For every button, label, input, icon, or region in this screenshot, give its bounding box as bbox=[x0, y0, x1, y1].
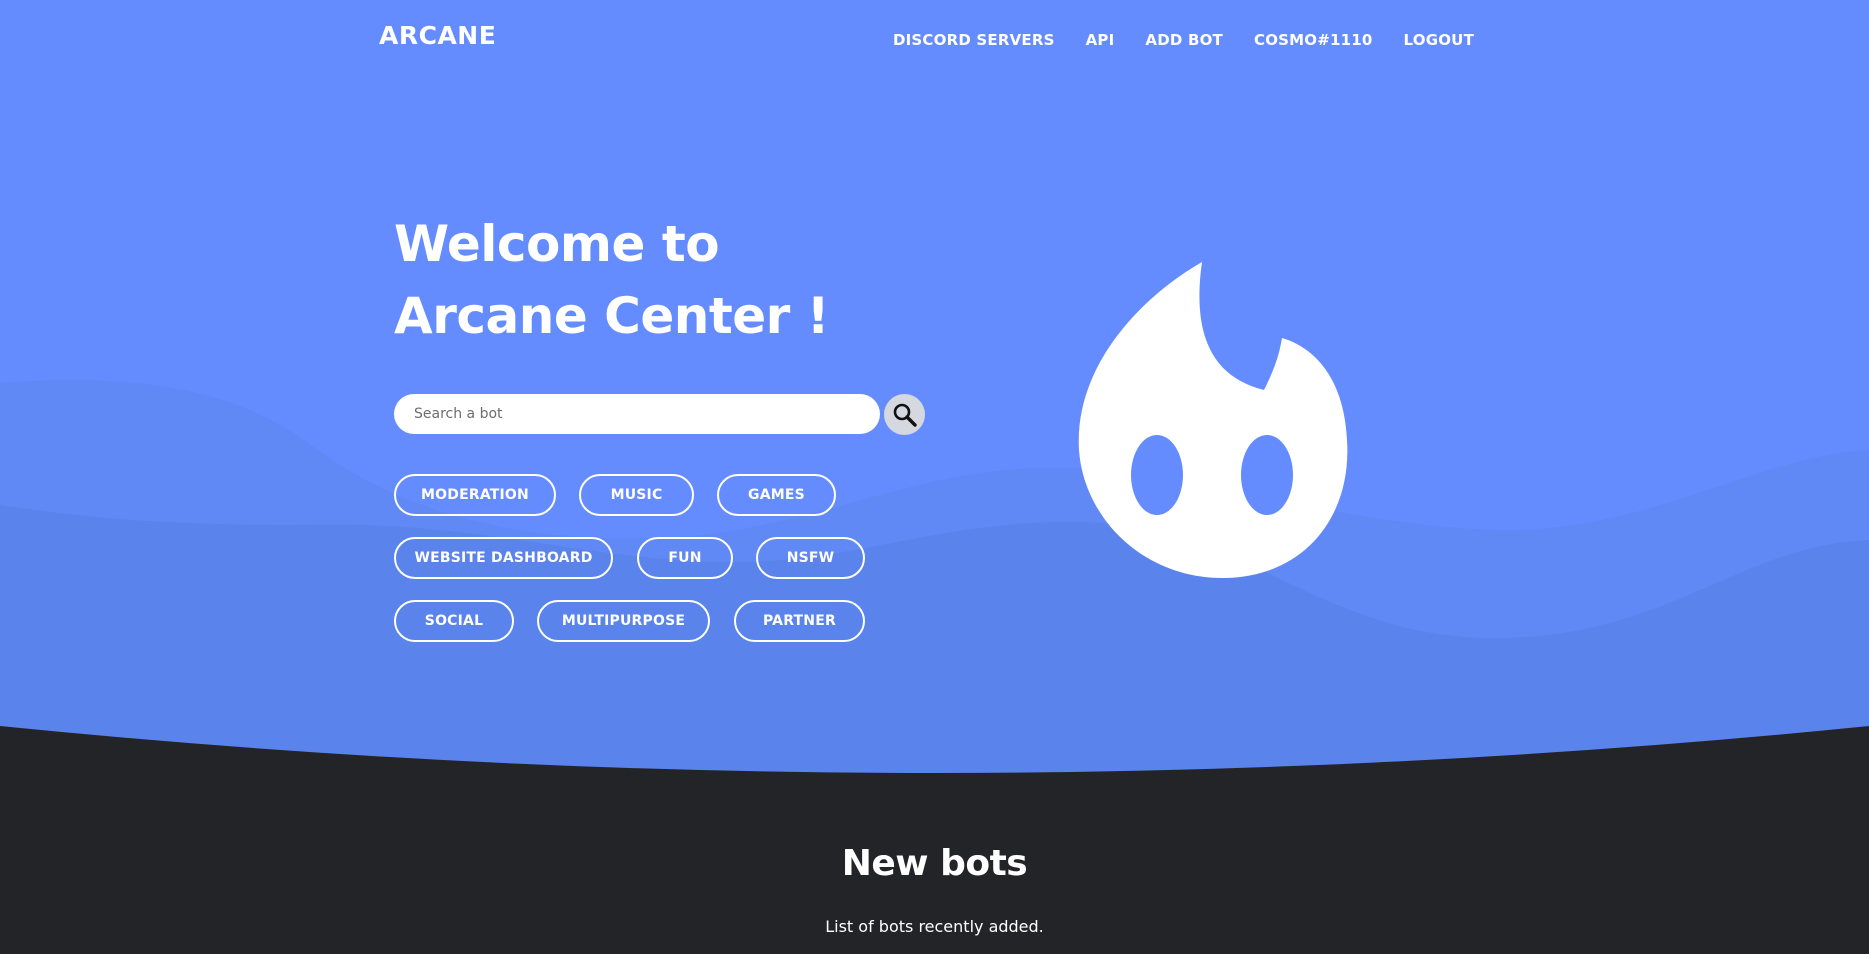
background-waves bbox=[0, 379, 1869, 954]
brand-logo[interactable]: ARCANE bbox=[379, 21, 496, 50]
hero-title: Welcome to Arcane Center ! bbox=[394, 208, 830, 352]
nav-links: DISCORD SERVERS API ADD BOT COSMO#1110 L… bbox=[893, 31, 1474, 49]
search-icon bbox=[893, 403, 917, 427]
tag-nsfw[interactable]: NSFW bbox=[756, 537, 865, 579]
flame-mascot-icon bbox=[1078, 262, 1348, 579]
top-navbar: ARCANE DISCORD SERVERS API ADD BOT COSMO… bbox=[0, 0, 1869, 80]
nav-link-user-profile[interactable]: COSMO#1110 bbox=[1254, 31, 1373, 49]
new-bots-title: New bots bbox=[841, 843, 1028, 884]
nav-link-logout[interactable]: LOGOUT bbox=[1404, 31, 1474, 49]
hero-section: ARCANE DISCORD SERVERS API ADD BOT COSMO… bbox=[0, 0, 1869, 954]
tag-partner[interactable]: PARTNER bbox=[734, 600, 865, 642]
nav-link-add-bot[interactable]: ADD BOT bbox=[1145, 31, 1223, 49]
tag-website-dashboard[interactable]: WEBSITE DASHBOARD bbox=[394, 537, 613, 579]
tag-fun[interactable]: FUN bbox=[637, 537, 733, 579]
tag-social[interactable]: SOCIAL bbox=[394, 600, 514, 642]
nav-link-discord-servers[interactable]: DISCORD SERVERS bbox=[893, 31, 1055, 49]
hero-title-line-2: Arcane Center ! bbox=[394, 287, 830, 345]
tag-games[interactable]: GAMES bbox=[717, 474, 836, 516]
search-input[interactable] bbox=[394, 394, 880, 434]
hero-title-line-1: Welcome to bbox=[394, 215, 720, 273]
nav-link-api[interactable]: API bbox=[1086, 31, 1115, 49]
tag-multipurpose[interactable]: MULTIPURPOSE bbox=[537, 600, 710, 642]
search-button[interactable] bbox=[884, 394, 925, 435]
tag-music[interactable]: MUSIC bbox=[579, 474, 694, 516]
tag-moderation[interactable]: MODERATION bbox=[394, 474, 556, 516]
new-bots-subtitle: List of bots recently added. bbox=[825, 917, 1044, 936]
